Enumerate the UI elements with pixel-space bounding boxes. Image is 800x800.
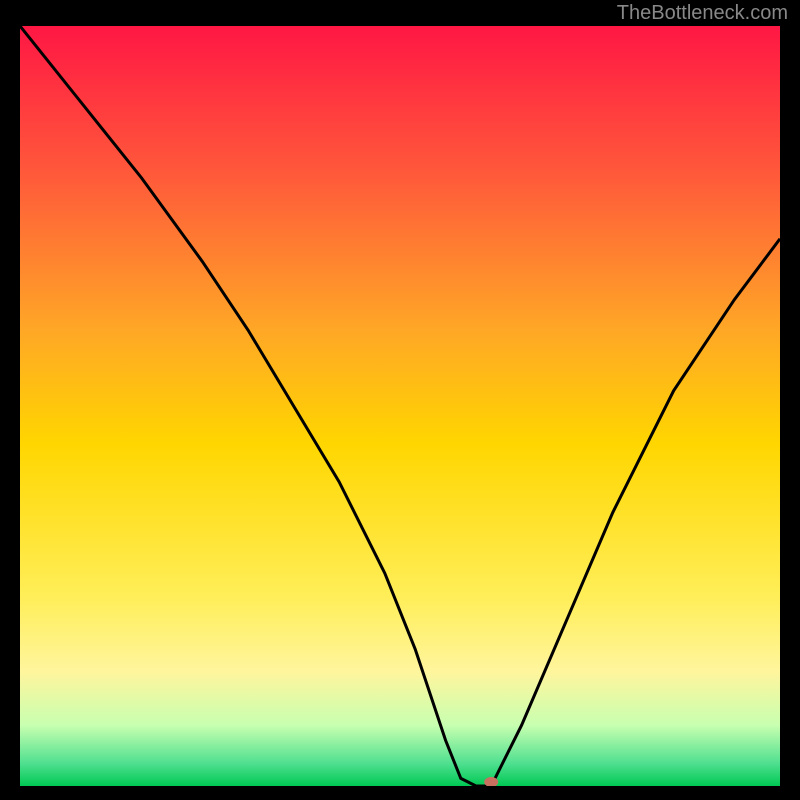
chart-svg bbox=[20, 26, 780, 786]
plot-area bbox=[20, 26, 780, 786]
chart-canvas: TheBottleneck.com bbox=[0, 0, 800, 800]
watermark-text: TheBottleneck.com bbox=[617, 2, 788, 25]
